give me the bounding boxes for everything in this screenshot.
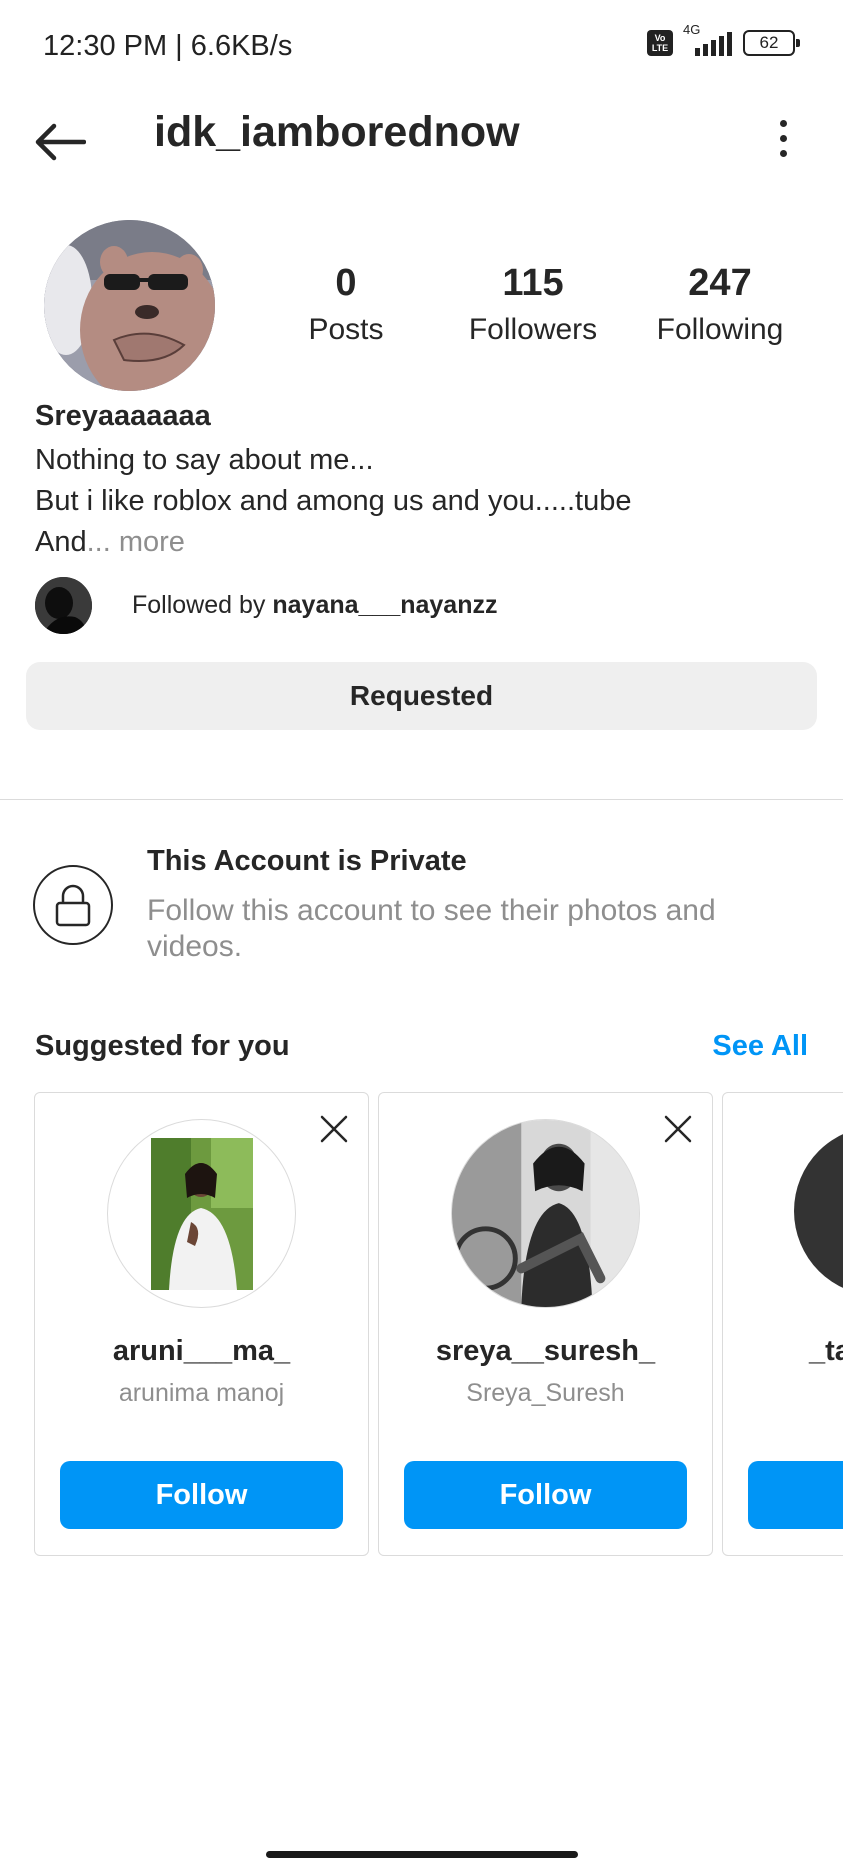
following-count: 247	[688, 262, 752, 304]
suggestion-avatar[interactable]	[451, 1119, 640, 1308]
suggestion-avatar[interactable]	[794, 1126, 843, 1296]
battery-icon: 62	[743, 30, 800, 56]
private-subtitle: Follow this account to see their photos …	[147, 894, 716, 963]
home-indicator[interactable]	[266, 1851, 578, 1858]
followed-by-row[interactable]: Followed by nayana___nayanzz	[35, 577, 497, 634]
divider	[0, 799, 843, 800]
bio-more-link[interactable]: ... more	[87, 526, 185, 558]
followers-count: 115	[502, 262, 564, 304]
suggestion-username[interactable]: sreya__suresh_	[379, 1335, 712, 1368]
signal-icon: 4G	[683, 22, 733, 58]
bio-line: And	[35, 526, 87, 558]
back-button[interactable]	[30, 112, 90, 172]
following-label: Following	[656, 313, 784, 346]
suggested-heading: Suggested for you	[35, 1030, 290, 1062]
avatar-image	[44, 220, 215, 391]
status-time: 12:30 PM | 6.6KB/s	[43, 30, 293, 62]
followers-label: Followers	[468, 313, 598, 346]
profile-avatar[interactable]	[44, 220, 215, 391]
avatar-image	[150, 1137, 253, 1290]
private-lock-badge	[33, 865, 113, 945]
arrow-left-icon	[35, 123, 86, 161]
followed-by-text: Followed by nayana___nayanzz	[132, 591, 497, 620]
see-all-link[interactable]: See All	[712, 1030, 808, 1063]
status-bar: 12:30 PM | 6.6KB/s Vo LTE 4G 62	[0, 0, 843, 96]
volte-icon: Vo LTE	[647, 30, 673, 56]
posts-stat: 0 Posts	[296, 262, 396, 347]
requested-button[interactable]: Requested	[26, 662, 817, 730]
private-title: This Account is Private	[147, 845, 467, 877]
avatar-image	[452, 1120, 639, 1307]
lock-icon	[55, 884, 91, 927]
page-title: idk_iamborednow	[154, 108, 520, 156]
bio-line: But i like roblox and among us and you..…	[35, 485, 632, 517]
suggestion-card[interactable]: _ta	[722, 1092, 843, 1556]
bio-line: Nothing to say about me...	[35, 444, 374, 476]
suggestion-username[interactable]: _ta	[809, 1335, 843, 1368]
more-options-button[interactable]	[763, 108, 803, 168]
more-vertical-icon	[779, 119, 787, 127]
following-stat[interactable]: 247 Following	[645, 262, 795, 347]
suggestion-avatar[interactable]	[107, 1119, 296, 1308]
close-icon[interactable]	[318, 1113, 350, 1145]
follow-button[interactable]: Follow	[60, 1461, 343, 1529]
suggestion-fullname: Sreya_Suresh	[466, 1379, 625, 1407]
posts-label: Posts	[308, 313, 384, 346]
suggestion-card[interactable]: aruni___ma_ arunima manoj Follow	[34, 1092, 369, 1556]
status-icons: Vo LTE 4G 62	[647, 22, 800, 58]
suggestion-username[interactable]: aruni___ma_	[35, 1335, 368, 1368]
posts-count: 0	[335, 262, 357, 304]
follow-button[interactable]	[748, 1461, 843, 1529]
followed-by-prefix: Followed by	[132, 591, 273, 619]
follow-button[interactable]: Follow	[404, 1461, 687, 1529]
profile-header: idk_iamborednow	[0, 96, 843, 216]
follower-avatar	[35, 577, 92, 634]
followers-stat[interactable]: 115 Followers	[458, 262, 608, 347]
close-icon[interactable]	[662, 1113, 694, 1145]
suggestion-fullname: arunima manoj	[118, 1379, 285, 1407]
display-name: Sreyaaaaaaa	[35, 400, 211, 432]
profile-bio: Nothing to say about me... But i like ro…	[35, 440, 631, 563]
suggestion-card[interactable]: sreya__suresh_ Sreya_Suresh Follow	[378, 1092, 713, 1556]
followed-by-username[interactable]: nayana___nayanzz	[272, 591, 497, 619]
